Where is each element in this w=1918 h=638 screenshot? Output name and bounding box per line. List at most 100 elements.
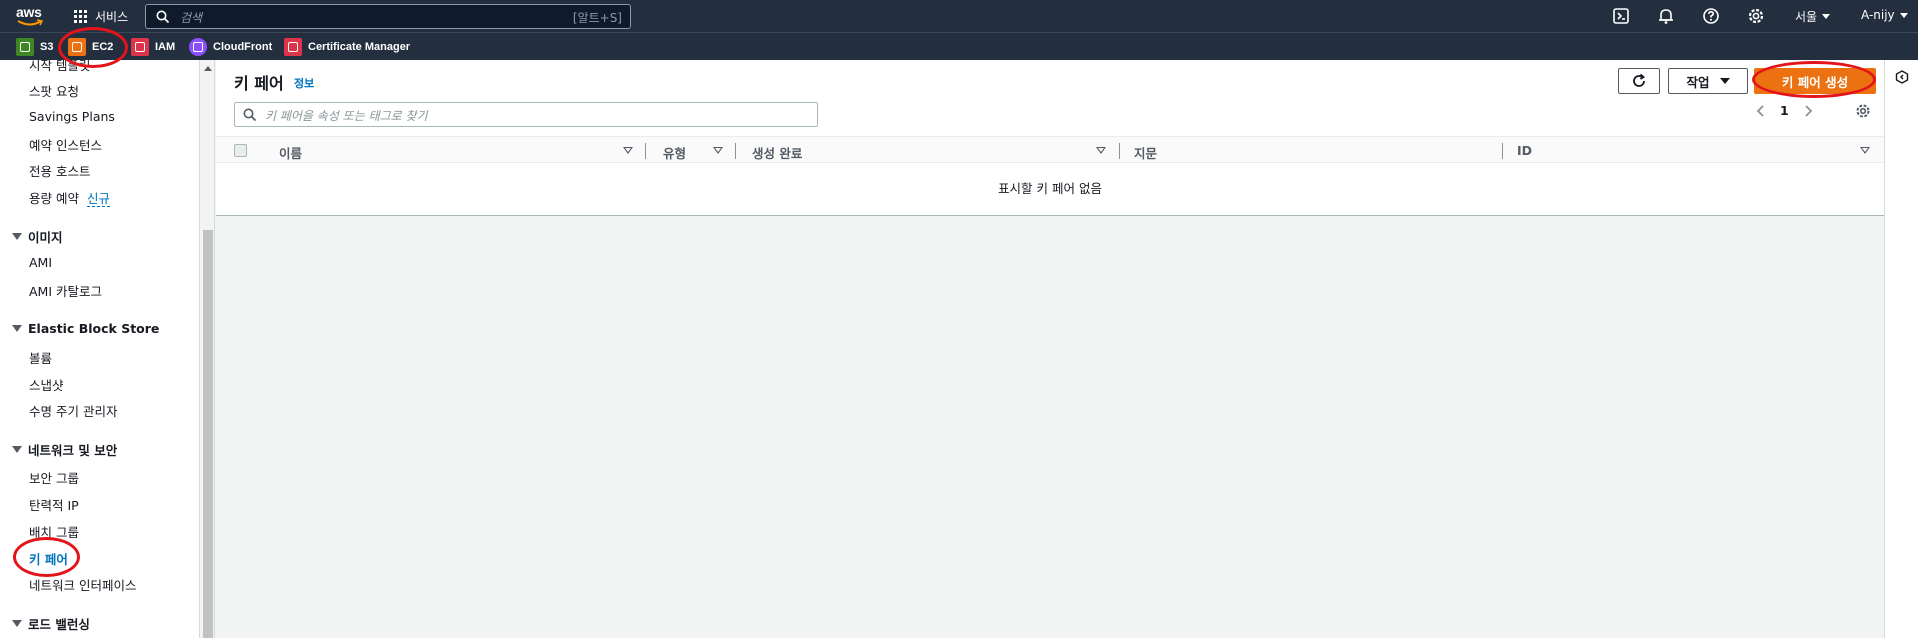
services-menu-button[interactable]: 서비스 [74, 6, 128, 26]
table-preferences-gear-icon[interactable] [1855, 103, 1871, 119]
table-header: 이름 유형 생성 완료 지문 ID [216, 136, 1884, 163]
sidebar-item-security-groups[interactable]: 보안 그룹 [29, 468, 79, 487]
sort-caret-icon[interactable] [713, 147, 723, 154]
favorite-label: CloudFront [213, 41, 273, 53]
favorite-certificate-manager[interactable]: Certificate Manager [284, 38, 410, 56]
column-divider[interactable] [735, 143, 736, 159]
chevron-left-icon[interactable] [1756, 104, 1766, 118]
column-header-created[interactable]: 생성 완료 [752, 143, 802, 162]
column-divider[interactable] [1502, 143, 1503, 159]
certificate-manager-icon [284, 38, 302, 56]
page-number[interactable]: 1 [1780, 103, 1789, 118]
refresh-button[interactable] [1618, 68, 1660, 94]
favorite-label: S3 [40, 41, 54, 53]
right-utility-panel [1884, 60, 1918, 638]
pagination: 1 [1756, 103, 1813, 118]
grid-icon [74, 9, 87, 23]
settings-icon[interactable] [1747, 7, 1765, 25]
new-badge: 신규 [86, 191, 110, 207]
chevron-down-icon [1822, 14, 1831, 19]
column-divider[interactable] [1119, 143, 1120, 159]
favorite-cloudfront[interactable]: CloudFront [189, 38, 272, 56]
refresh-icon [1633, 73, 1646, 87]
sidebar-section-images[interactable]: 이미지 [12, 227, 63, 246]
sidebar-item-capacity-reservations[interactable]: 용량 예약 신규 [29, 188, 110, 207]
bell-icon[interactable] [1657, 7, 1675, 25]
column-divider[interactable] [645, 143, 646, 159]
column-header-id[interactable]: ID [1517, 143, 1532, 158]
chevron-down-icon [1899, 12, 1908, 18]
account-label: A-nijy [1861, 8, 1895, 22]
cloudshell-icon[interactable] [1612, 7, 1630, 25]
iam-icon [131, 38, 149, 56]
select-all-checkbox[interactable] [234, 144, 247, 157]
favorite-iam[interactable]: IAM [131, 38, 175, 56]
sidebar-section-network-security[interactable]: 네트워크 및 보안 [12, 440, 117, 459]
smile-arrow-icon [17, 19, 43, 26]
caret-down-icon [12, 325, 22, 332]
actions-dropdown-button[interactable]: 작업 [1668, 68, 1748, 94]
favorite-label: EC2 [92, 41, 114, 53]
search-placeholder: 검색 [180, 11, 203, 25]
sidebar-section-load-balancing[interactable]: 로드 밸런싱 [12, 614, 90, 633]
sidebar-item-savings-plans[interactable]: Savings Plans [29, 109, 115, 124]
create-key-pair-button[interactable]: 키 페어 생성 [1754, 68, 1876, 94]
sidebar-item-key-pairs[interactable]: 키 페어 [29, 549, 68, 568]
caret-down-icon [1719, 78, 1730, 84]
sidebar-item-label: 용량 예약 [29, 191, 79, 206]
sidebar-item-network-interfaces[interactable]: 네트워크 인터페이스 [29, 575, 136, 594]
ec2-icon [68, 38, 86, 56]
caret-down-icon [12, 233, 22, 240]
sidebar-item-launch-templates[interactable]: 시작 템플릿 [29, 60, 90, 74]
help-icon[interactable] [1702, 7, 1720, 25]
services-label: 서비스 [95, 9, 129, 24]
sidebar-item-ami-catalog[interactable]: AMI 카탈로그 [29, 281, 102, 300]
sidebar-section-ebs[interactable]: Elastic Block Store [12, 321, 159, 336]
page-title: 키 페어 [234, 74, 284, 93]
account-menu[interactable]: A-nijy [1861, 8, 1908, 22]
chevron-right-icon[interactable] [1803, 104, 1813, 118]
column-header-fingerprint[interactable]: 지문 [1134, 143, 1157, 162]
sort-caret-icon[interactable] [623, 147, 633, 154]
region-selector[interactable]: 서울 [1795, 8, 1831, 25]
favorite-ec2[interactable]: EC2 [68, 38, 113, 56]
global-search-input[interactable]: 검색 [알트+S] [145, 4, 631, 29]
column-header-name[interactable]: 이름 [279, 143, 302, 162]
panel-toggle-icon[interactable] [1895, 70, 1909, 84]
search-shortcut: [알트+S] [572, 11, 622, 25]
section-title: 로드 밸런싱 [28, 617, 90, 632]
sort-caret-icon[interactable] [1096, 147, 1106, 154]
info-link[interactable]: 정보 [294, 75, 314, 91]
favorite-label: IAM [155, 41, 176, 53]
actions-label: 작업 [1686, 74, 1710, 90]
s3-icon [16, 38, 34, 56]
favorites-bar: S3 EC2 IAM CloudFront Certificate Manage… [0, 32, 1918, 60]
favorite-s3[interactable]: S3 [16, 38, 53, 56]
sidebar-item-lifecycle-manager[interactable]: 수명 주기 관리자 [29, 401, 117, 420]
sidebar-scrollbar-thumb[interactable] [203, 230, 213, 638]
filter-placeholder: 키 페어을 속성 또는 태그로 찾기 [265, 109, 428, 123]
caret-down-icon [12, 446, 22, 453]
sidebar-item-elastic-ips[interactable]: 탄력적 IP [29, 495, 79, 514]
sidebar-item-reserved-instances[interactable]: 예약 인스턴스 [29, 135, 102, 154]
sidebar-item-volumes[interactable]: 볼륨 [29, 348, 52, 367]
aws-logo[interactable]: aws [16, 4, 46, 26]
scroll-up-arrow-icon[interactable] [204, 66, 212, 71]
sidebar-item-spot-requests[interactable]: 스팟 요청 [29, 81, 79, 100]
sidebar-item-snapshots[interactable]: 스냅샷 [29, 375, 64, 394]
region-label: 서울 [1795, 10, 1818, 24]
sidebar-item-ami[interactable]: AMI [29, 255, 52, 270]
sort-caret-icon[interactable] [1860, 147, 1870, 154]
sidebar: 시작 템플릿 스팟 요청 Savings Plans 예약 인스턴스 전용 호스… [0, 60, 200, 638]
empty-table-message: 표시할 키 페어 없음 [998, 181, 1102, 196]
search-icon [243, 108, 257, 122]
key-pair-filter-input[interactable]: 키 페어을 속성 또는 태그로 찾기 [234, 102, 818, 127]
sidebar-item-dedicated-hosts[interactable]: 전용 호스트 [29, 161, 90, 180]
sidebar-item-placement-groups[interactable]: 배치 그룹 [29, 522, 79, 541]
section-title: Elastic Block Store [28, 321, 160, 336]
section-title: 네트워크 및 보안 [28, 443, 118, 458]
key-pairs-panel: 키 페어 정보 작업 키 페어 생성 키 페어을 속성 또는 태그로 찾기 1 … [216, 60, 1884, 216]
cloudfront-icon [189, 38, 207, 56]
favorite-label: Certificate Manager [308, 41, 411, 53]
column-header-type[interactable]: 유형 [663, 143, 686, 162]
